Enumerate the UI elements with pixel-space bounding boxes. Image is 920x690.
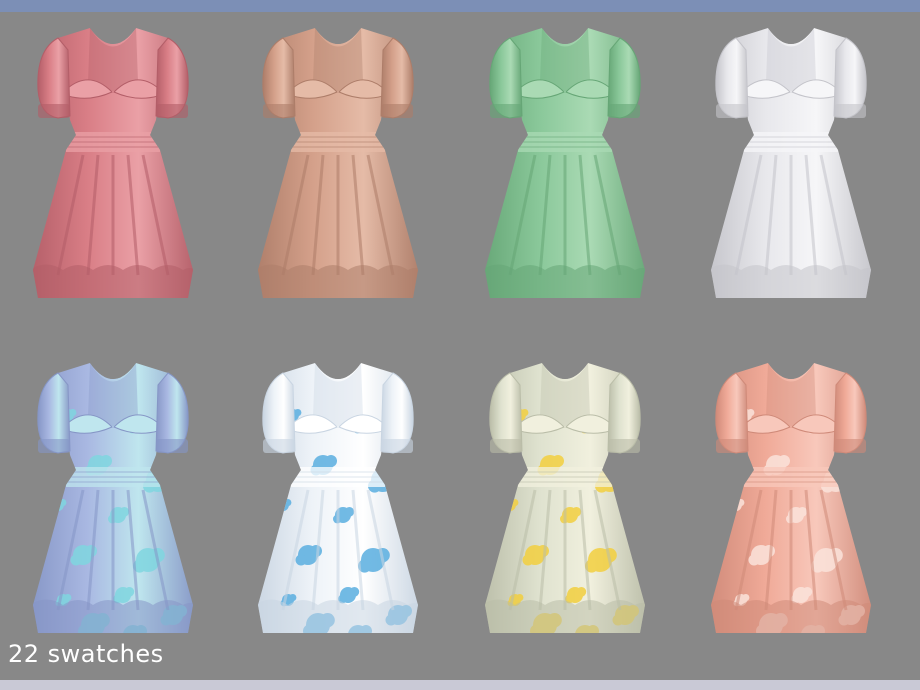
dress-swatch-3 [480,20,650,310]
dress-illustration [33,28,193,298]
dress-swatch-7 [480,355,650,645]
dress-swatch-6 [253,355,423,645]
dress-illustration [258,363,418,633]
dress-illustration [711,363,871,633]
dress-swatch-5 [28,355,198,645]
product-image: 22 swatches [0,0,920,690]
swatch-count-caption: 22 swatches [8,640,164,668]
dress-swatch-2 [253,20,423,310]
dress-illustration [33,363,193,633]
bottom-border [0,680,920,690]
dress-swatch-8 [706,355,876,645]
top-border [0,0,920,12]
dress-illustration [485,28,645,298]
dress-illustration [485,363,645,633]
dress-swatch-4 [706,20,876,310]
dress-illustration [258,28,418,298]
dress-illustration [711,28,871,298]
dress-swatch-1 [28,20,198,310]
